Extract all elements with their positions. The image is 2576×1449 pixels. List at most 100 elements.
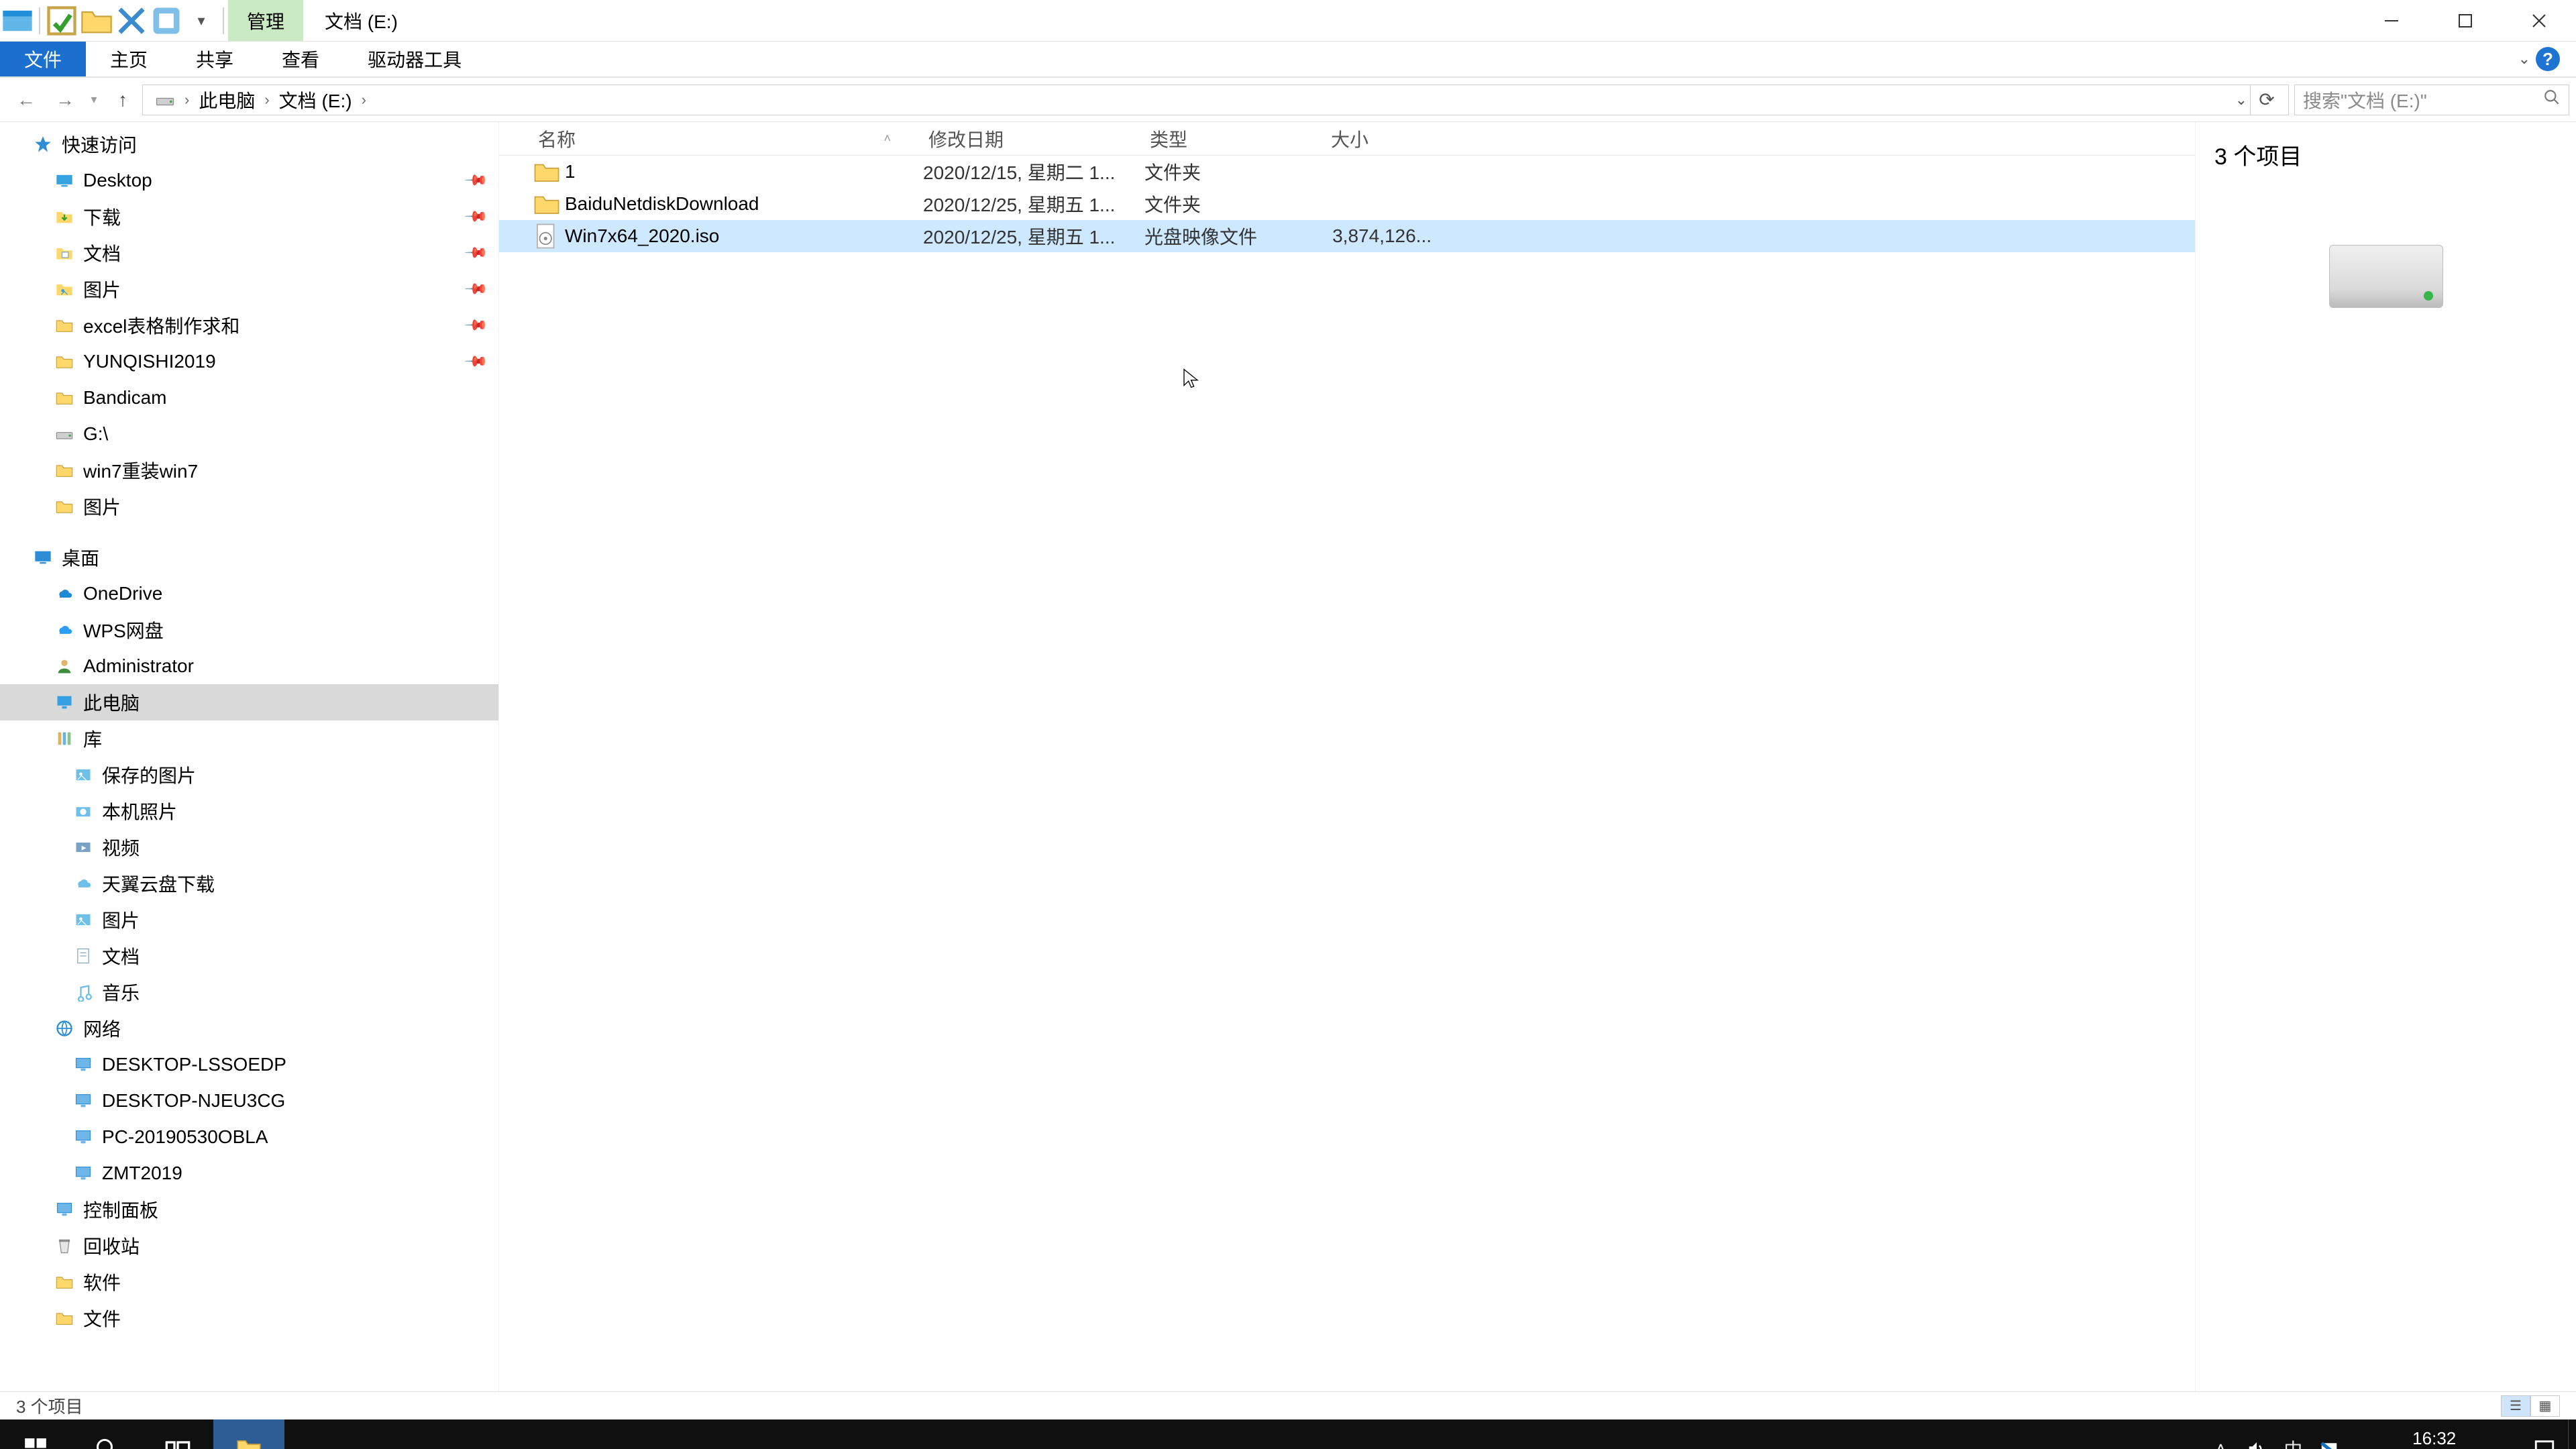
- tree-library-item[interactable]: 文档: [0, 938, 498, 974]
- column-headers[interactable]: 名称˄ 修改日期 类型 大小: [499, 122, 2195, 156]
- tree-desktop-item[interactable]: OneDrive: [0, 576, 498, 612]
- tree-documents-folder[interactable]: 文件: [0, 1300, 498, 1336]
- tree-desktop-item[interactable]: 库: [0, 720, 498, 757]
- tree-label: G:\: [83, 423, 108, 445]
- breadcrumb-drive-icon[interactable]: [148, 85, 182, 115]
- tree-desktop[interactable]: 桌面: [0, 539, 498, 576]
- tree-library-item[interactable]: 视频: [0, 829, 498, 865]
- ribbon-collapse-icon[interactable]: ⌄: [2518, 50, 2530, 68]
- tree-library-item[interactable]: 天翼云盘下载: [0, 865, 498, 902]
- tree-qa-item[interactable]: 图片📌: [0, 271, 498, 307]
- view-details-button[interactable]: ☰: [2501, 1395, 2530, 1417]
- tree-network-item[interactable]: ZMT2019: [0, 1155, 498, 1191]
- column-date[interactable]: 修改日期: [923, 125, 1144, 152]
- nav-back-button[interactable]: ←: [7, 80, 46, 119]
- qat-dropdown-icon[interactable]: ▾: [184, 0, 219, 41]
- tree-label: win7重装win7: [83, 457, 198, 484]
- folder-icon: [54, 315, 75, 336]
- tree-library-item[interactable]: 本机照片: [0, 793, 498, 829]
- documents-lib-icon: [72, 945, 94, 967]
- taskbar-explorer-button[interactable]: [213, 1419, 284, 1449]
- tree-qa-item[interactable]: 文档📌: [0, 235, 498, 271]
- tree-library-item[interactable]: 音乐: [0, 974, 498, 1010]
- tab-view[interactable]: 查看: [258, 42, 343, 76]
- qat-rename-icon[interactable]: [149, 0, 184, 41]
- search-icon[interactable]: [2543, 89, 2561, 111]
- pin-icon: 📌: [463, 168, 488, 193]
- taskbar[interactable]: ˄ 中 16:32 2020/12/25, 星期五 3: [0, 1419, 2576, 1449]
- tab-drive-tools[interactable]: 驱动器工具: [343, 42, 486, 76]
- tab-share[interactable]: 共享: [172, 42, 258, 76]
- breadcrumb[interactable]: › 此电脑 › 文档 (E:) › ⌄ ⟳: [142, 85, 2289, 115]
- search-input[interactable]: 搜索"文档 (E:)": [2294, 85, 2569, 115]
- file-list[interactable]: 名称˄ 修改日期 类型 大小 12020/12/15, 星期二 1...文件夹B…: [499, 122, 2195, 1391]
- tray-volume-icon[interactable]: [2239, 1419, 2275, 1449]
- file-row[interactable]: Win7x64_2020.iso2020/12/25, 星期五 1...光盘映像…: [499, 220, 2195, 252]
- column-type[interactable]: 类型: [1144, 125, 1326, 152]
- tree-library-item[interactable]: 保存的图片: [0, 757, 498, 793]
- tray-clock[interactable]: 16:32 2020/12/25, 星期五: [2347, 1428, 2521, 1449]
- preview-pane: 3 个项目: [2195, 122, 2576, 1391]
- computer-icon: [72, 1163, 94, 1184]
- tab-file[interactable]: 文件: [0, 42, 86, 76]
- view-thumbnails-button[interactable]: ▦: [2530, 1395, 2560, 1417]
- nav-history-dropdown[interactable]: ▾: [85, 93, 103, 107]
- help-icon[interactable]: ?: [2536, 47, 2560, 71]
- minimize-button[interactable]: [2355, 0, 2428, 41]
- tree-qa-item[interactable]: Desktop📌: [0, 162, 498, 199]
- nav-forward-button[interactable]: →: [46, 80, 85, 119]
- tree-qa-item[interactable]: excel表格制作求和📌: [0, 307, 498, 343]
- tree-network-item[interactable]: DESKTOP-NJEU3CG: [0, 1083, 498, 1119]
- taskbar-search-button[interactable]: [71, 1419, 142, 1449]
- tree-library-item[interactable]: 图片: [0, 902, 498, 938]
- tree-desktop-item[interactable]: Administrator: [0, 648, 498, 684]
- file-name: Win7x64_2020.iso: [565, 225, 923, 247]
- tree-software[interactable]: 软件: [0, 1264, 498, 1300]
- tree-network-item[interactable]: DESKTOP-LSSOEDP: [0, 1046, 498, 1083]
- tray-security-icon[interactable]: [2311, 1419, 2347, 1449]
- tab-home[interactable]: 主页: [86, 42, 172, 76]
- chevron-right-icon[interactable]: ›: [182, 91, 192, 109]
- column-name[interactable]: 名称˄: [533, 125, 923, 152]
- file-date: 2020/12/25, 星期五 1...: [923, 191, 1144, 217]
- qat-properties-icon[interactable]: [44, 0, 79, 41]
- tree-recycle-bin[interactable]: 回收站: [0, 1228, 498, 1264]
- chevron-right-icon[interactable]: ›: [262, 91, 272, 109]
- tree-desktop-item[interactable]: 此电脑: [0, 684, 498, 720]
- tree-qa-item[interactable]: YUNQISHI2019📌: [0, 343, 498, 380]
- navigation-tree[interactable]: 快速访问 Desktop📌下载📌文档📌图片📌excel表格制作求和📌YUNQIS…: [0, 122, 499, 1391]
- tree-control-panel[interactable]: 控制面板: [0, 1191, 498, 1228]
- app-icon[interactable]: [0, 0, 35, 41]
- refresh-icon[interactable]: ⟳: [2251, 89, 2283, 111]
- action-center-button[interactable]: 3: [2521, 1419, 2568, 1449]
- tray-ime-indicator[interactable]: 中: [2275, 1419, 2311, 1449]
- task-view-button[interactable]: [142, 1419, 213, 1449]
- tree-qa-item[interactable]: 图片: [0, 488, 498, 525]
- camera-lib-icon: [72, 800, 94, 822]
- tree-qa-item[interactable]: G:\: [0, 416, 498, 452]
- tray-overflow-icon[interactable]: ˄: [2202, 1419, 2239, 1449]
- start-button[interactable]: [0, 1419, 71, 1449]
- maximize-button[interactable]: [2428, 0, 2502, 41]
- file-row[interactable]: 12020/12/15, 星期二 1...文件夹: [499, 156, 2195, 188]
- breadcrumb-root[interactable]: 此电脑: [192, 85, 262, 115]
- contextual-tab-label[interactable]: 管理: [228, 0, 303, 41]
- file-row[interactable]: BaiduNetdiskDownload2020/12/25, 星期五 1...…: [499, 188, 2195, 220]
- tree-network[interactable]: 网络: [0, 1010, 498, 1046]
- qat-delete-icon[interactable]: [114, 0, 149, 41]
- chevron-right-icon[interactable]: ›: [359, 91, 369, 109]
- breadcrumb-dropdown-icon[interactable]: ⌄: [2235, 91, 2247, 109]
- show-desktop-button[interactable]: [2568, 1419, 2576, 1449]
- tree-qa-item[interactable]: 下载📌: [0, 199, 498, 235]
- qat-newfolder-icon[interactable]: [79, 0, 114, 41]
- file-date: 2020/12/25, 星期五 1...: [923, 223, 1144, 250]
- nav-up-button[interactable]: ↑: [103, 80, 142, 119]
- close-button[interactable]: [2502, 0, 2576, 41]
- tree-qa-item[interactable]: win7重装win7: [0, 452, 498, 488]
- tree-qa-item[interactable]: Bandicam: [0, 380, 498, 416]
- column-size[interactable]: 大小: [1326, 125, 1458, 152]
- tree-network-item[interactable]: PC-20190530OBLA: [0, 1119, 498, 1155]
- tree-desktop-item[interactable]: WPS网盘: [0, 612, 498, 648]
- tree-quick-access[interactable]: 快速访问: [0, 126, 498, 162]
- breadcrumb-current[interactable]: 文档 (E:): [272, 85, 359, 115]
